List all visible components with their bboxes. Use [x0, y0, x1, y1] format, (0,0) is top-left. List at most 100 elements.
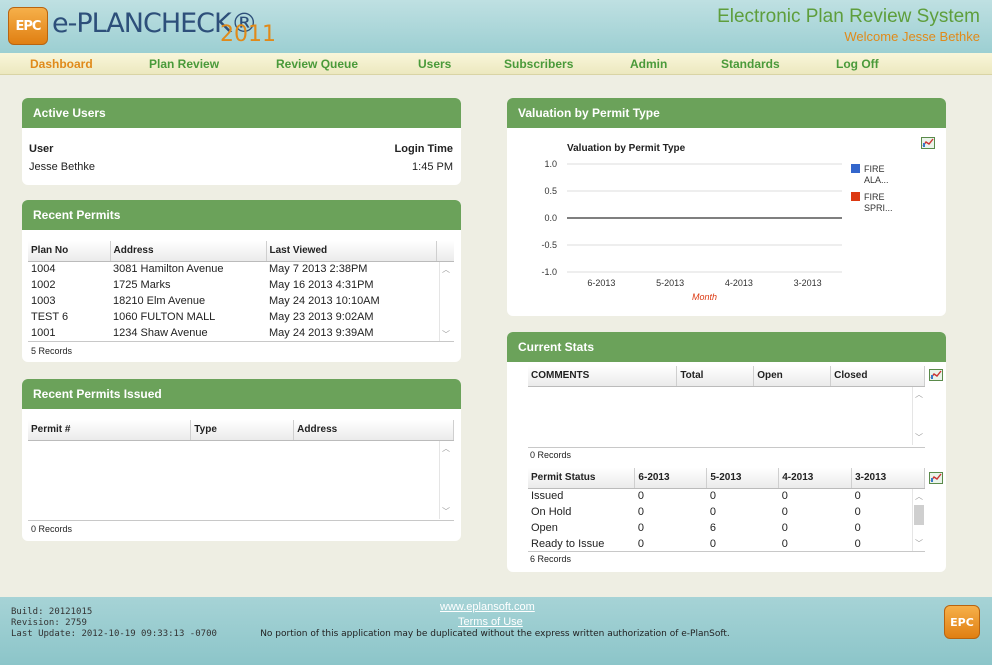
scroll-thumb[interactable] — [914, 505, 924, 525]
nav-subscribers[interactable]: Subscribers — [504, 57, 573, 71]
legend-label: SPRI... — [864, 203, 893, 213]
scroll-down-icon[interactable]: ﹀ — [914, 433, 924, 443]
panel-title: Active Users — [22, 98, 461, 128]
record-count: 6 Records — [530, 554, 572, 564]
y-tick-label: 0.0 — [544, 213, 557, 223]
record-count: 0 Records — [31, 524, 73, 534]
app-footer: Build: 20121015 Revision: 2759 Last Upda… — [0, 597, 992, 665]
column-header[interactable]: Closed — [830, 366, 925, 387]
legend-label: FIRE — [864, 192, 885, 202]
legend-label: ALA... — [864, 175, 889, 185]
nav-plan-review[interactable]: Plan Review — [149, 57, 219, 71]
recent-permits-issued-panel: Recent Permits Issued Permit # Type Addr… — [22, 379, 461, 541]
scroll-up-icon[interactable]: ︿ — [914, 492, 924, 502]
y-tick-label: 1.0 — [544, 159, 557, 169]
scroll-up-icon[interactable]: ︿ — [441, 265, 451, 275]
nav-users[interactable]: Users — [418, 57, 451, 71]
column-header[interactable]: Address — [293, 420, 454, 441]
column-header[interactable]: Plan No — [28, 241, 111, 262]
column-header[interactable]: COMMENTS — [528, 366, 678, 387]
copyright-notice: No portion of this application may be du… — [260, 629, 730, 639]
valuation-panel: Valuation by Permit Type Valuation by Pe… — [507, 98, 946, 316]
site-link[interactable]: www.eplansoft.com — [440, 601, 535, 613]
table-row[interactable]: TEST 6 1060 FULTON MALL May 23 2013 9:02AM — [28, 309, 454, 325]
column-header[interactable]: 3-2013 — [851, 468, 925, 489]
comments-table: COMMENTS Total Open Closed — [528, 366, 925, 387]
table-row[interactable]: 1002 1725 Marks May 16 2013 4:31PM — [28, 277, 454, 293]
valuation-chart: Valuation by Permit Type 1.0 0.5 0.0 -0.5 -1.… — [541, 143, 893, 302]
recent-permits-issued-table: Permit # Type Address — [28, 420, 454, 441]
nav-admin[interactable]: Admin — [630, 57, 667, 71]
scroll-down-icon[interactable]: ﹀ — [441, 330, 451, 340]
last-update: Last Update: 2012-10-19 09:33:13 -0700 — [11, 629, 217, 639]
nav-log-off[interactable]: Log Off — [836, 57, 879, 71]
panel-title: Current Stats — [507, 332, 946, 362]
scrollbar[interactable]: ︿ ﹀ — [912, 489, 924, 551]
app-header: EPC e-PLANCHECK® 2011 Electronic Plan Re… — [0, 0, 992, 53]
main-nav: Dashboard Plan Review Review Queue Users… — [0, 53, 992, 75]
scroll-down-icon[interactable]: ﹀ — [914, 539, 924, 549]
system-title: Electronic Plan Review System — [717, 6, 980, 27]
revision-number: Revision: 2759 — [11, 618, 87, 628]
scrollbar[interactable]: ︿ ﹀ — [439, 262, 451, 342]
legend-swatch — [851, 192, 860, 201]
column-header[interactable]: Open — [753, 366, 832, 387]
nav-review-queue[interactable]: Review Queue — [276, 57, 358, 71]
chart-export-icon[interactable] — [929, 369, 943, 381]
record-count: 5 Records — [31, 346, 73, 356]
welcome-message: Welcome Jesse Bethke — [844, 29, 980, 44]
panel-title: Recent Permits — [22, 200, 461, 230]
nav-standards[interactable]: Standards — [721, 57, 780, 71]
current-stats-panel: Current Stats COMMENTS Total Open Closed… — [507, 332, 946, 572]
nav-dashboard[interactable]: Dashboard — [30, 57, 93, 71]
scroll-up-icon[interactable]: ︿ — [914, 390, 924, 400]
scrollbar[interactable]: ︿ ﹀ — [439, 441, 451, 519]
scrollbar[interactable]: ︿ ﹀ — [912, 387, 924, 445]
scroll-down-icon[interactable]: ﹀ — [441, 507, 451, 517]
chart-export-icon[interactable] — [929, 472, 943, 484]
active-user-login-time: 1:45 PM — [412, 161, 453, 173]
epc-logo: EPC — [944, 605, 980, 639]
column-header[interactable]: Type — [190, 420, 295, 441]
table-row[interactable]: Open 0 6 0 0 — [528, 520, 925, 536]
legend-label: FIRE — [864, 164, 885, 174]
column-header[interactable]: Permit Status — [528, 468, 636, 489]
column-header-login-time: Login Time — [394, 143, 453, 155]
x-tick-label: 6-2013 — [587, 278, 615, 288]
table-row[interactable]: 1003 18210 Elm Avenue May 24 2013 10:10AM — [28, 293, 454, 309]
legend-swatch — [851, 164, 860, 173]
panel-title: Recent Permits Issued — [22, 379, 461, 409]
table-row[interactable]: On Hold 0 0 0 0 — [528, 504, 925, 520]
x-tick-label: 4-2013 — [725, 278, 753, 288]
column-header[interactable]: 6-2013 — [634, 468, 708, 489]
recent-permits-panel: Recent Permits Plan No Address Last View… — [22, 200, 461, 362]
active-user-name: Jesse Bethke — [29, 161, 96, 173]
column-header[interactable]: Last Viewed — [266, 241, 437, 262]
table-row[interactable]: 1004 3081 Hamilton Avenue May 7 2013 2:38P… — [28, 261, 454, 277]
column-header[interactable]: Address — [110, 241, 267, 262]
table-row[interactable]: Issued 0 0 0 0 — [528, 488, 925, 504]
y-tick-label: 0.5 — [544, 186, 557, 196]
y-tick-label: -0.5 — [541, 240, 557, 250]
column-header-user: User — [29, 143, 54, 155]
panel-title: Valuation by Permit Type — [507, 98, 946, 128]
recent-permits-table: Plan No Address Last Viewed 1004 3081 Ham… — [28, 241, 454, 341]
x-axis-label: Month — [692, 292, 717, 302]
y-tick-label: -1.0 — [541, 267, 557, 277]
product-year: 2011 — [220, 22, 276, 47]
column-header[interactable]: Permit # — [28, 420, 192, 441]
x-tick-label: 5-2013 — [656, 278, 684, 288]
permit-status-table: Permit Status 6-2013 5-2013 4-2013 3-201… — [528, 468, 925, 552]
table-row[interactable]: Ready to Issue 0 0 0 0 — [528, 536, 925, 552]
build-number: Build: 20121015 — [11, 607, 93, 617]
chart-title: Valuation by Permit Type — [567, 143, 686, 154]
epc-logo: EPC — [8, 7, 48, 45]
active-users-panel: Active Users User Login Time Jesse Bethk… — [22, 98, 461, 185]
column-header[interactable]: 4-2013 — [778, 468, 853, 489]
scroll-up-icon[interactable]: ︿ — [441, 444, 451, 454]
column-header[interactable]: 5-2013 — [706, 468, 780, 489]
column-header[interactable]: Total — [676, 366, 755, 387]
terms-of-use-link[interactable]: Terms of Use — [458, 616, 523, 628]
x-tick-label: 3-2013 — [794, 278, 822, 288]
table-row[interactable]: 1001 1234 Shaw Avenue May 24 2013 9:39AM — [28, 325, 454, 341]
